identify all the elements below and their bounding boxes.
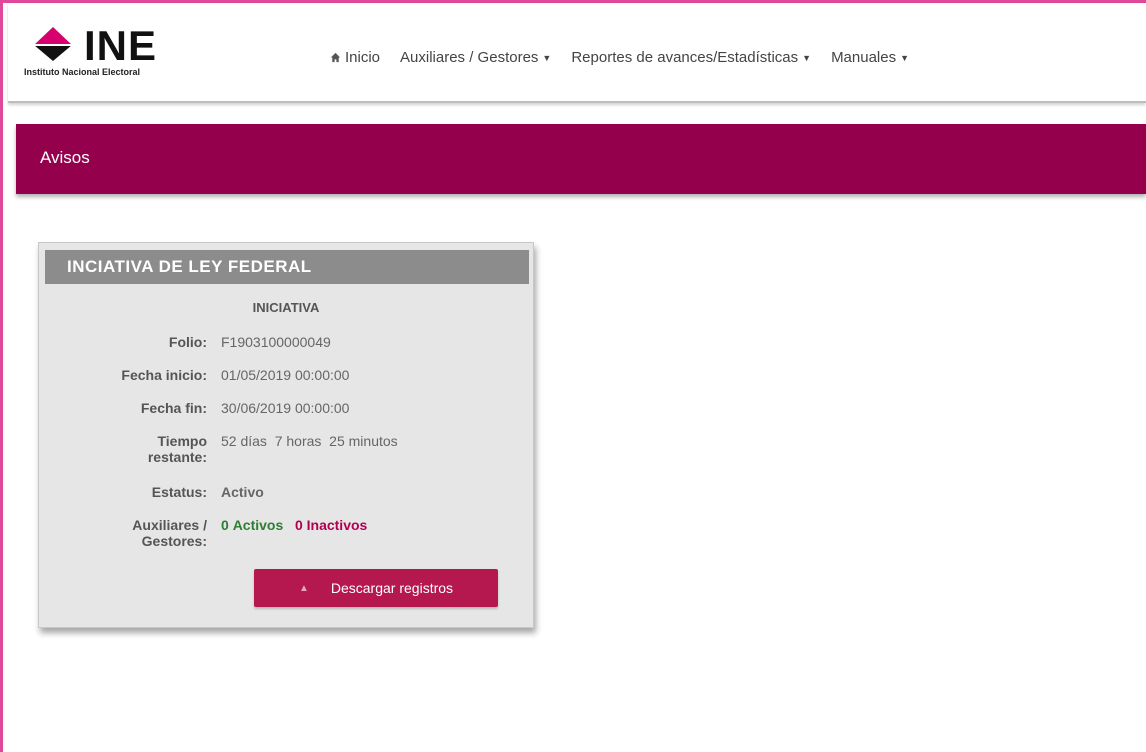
nav-auxiliares-label: Auxiliares / Gestores <box>400 49 539 66</box>
ine-logo-mark-icon <box>24 27 82 61</box>
logo-wordmark: INE <box>84 22 158 69</box>
fecha-fin-label: Fecha fin: <box>140 400 207 416</box>
activos-label: Activos <box>232 517 284 533</box>
avisos-banner: Avisos <box>16 124 1146 194</box>
download-icon: ▲ <box>298 582 309 594</box>
estatus-label: Estatus: <box>151 484 207 500</box>
nav-reportes[interactable]: Reportes de avances/Estadísticas ▼ <box>571 49 811 66</box>
inactivos-count: 0 <box>294 517 303 533</box>
estatus-value: Activo <box>221 484 264 500</box>
page-title: Avisos <box>40 148 90 167</box>
nav-inicio[interactable]: Inicio <box>330 49 380 66</box>
tiempo-restante-value: 52 días 7 horas 25 minutos <box>221 433 398 449</box>
chevron-down-icon: ▼ <box>542 52 552 63</box>
tiempo-label-line1: Tiempo <box>157 433 207 449</box>
download-records-button[interactable]: ▲ Descargar registros <box>254 569 498 607</box>
top-navbar: INE Instituto Nacional Electoral Inicio … <box>8 3 1146 103</box>
aux-label-line2: Gestores: <box>141 533 207 549</box>
auxiliares-value: 0 Activos 0 Inactivos <box>221 517 367 533</box>
nav-manuales-label: Manuales <box>831 49 897 66</box>
card-subtitle: INICIATIVA <box>252 300 320 315</box>
auxiliares-label: Auxiliares / Gestores: <box>132 517 207 549</box>
folio-label: Folio: <box>168 334 207 350</box>
activos-count: 0 <box>221 517 229 533</box>
aux-label-line1: Auxiliares / <box>132 517 207 533</box>
logo-subtitle: Instituto Nacional Electoral <box>24 67 141 77</box>
fecha-inicio-label: Fecha inicio: <box>121 367 207 383</box>
home-icon <box>330 52 341 63</box>
inactivos-label: Inactivos <box>306 517 368 533</box>
card-title: INCIATIVA DE LEY FEDERAL <box>45 250 529 284</box>
chevron-down-icon: ▼ <box>802 52 812 63</box>
nav-manuales[interactable]: Manuales ▼ <box>831 49 909 66</box>
chevron-down-icon: ▼ <box>900 52 910 63</box>
main-nav: Inicio Auxiliares / Gestores ▼ Reportes … <box>330 49 909 66</box>
nav-inicio-label: Inicio <box>345 49 381 66</box>
tiempo-restante-label: Tiempo restante: <box>148 433 207 465</box>
nav-reportes-label: Reportes de avances/Estadísticas <box>571 49 799 66</box>
fecha-fin-value: 30/06/2019 00:00:00 <box>221 400 350 416</box>
tiempo-label-line2: restante: <box>147 449 207 465</box>
fecha-inicio-value: 01/05/2019 00:00:00 <box>221 367 350 383</box>
ine-logo[interactable]: INE Instituto Nacional Electoral <box>24 22 204 85</box>
nav-auxiliares-gestores[interactable]: Auxiliares / Gestores ▼ <box>400 49 551 66</box>
aviso-card: INCIATIVA DE LEY FEDERAL INICIATIVA Foli… <box>38 242 534 628</box>
download-button-label: Descargar registros <box>330 580 454 596</box>
folio-value: F1903100000049 <box>221 334 331 350</box>
